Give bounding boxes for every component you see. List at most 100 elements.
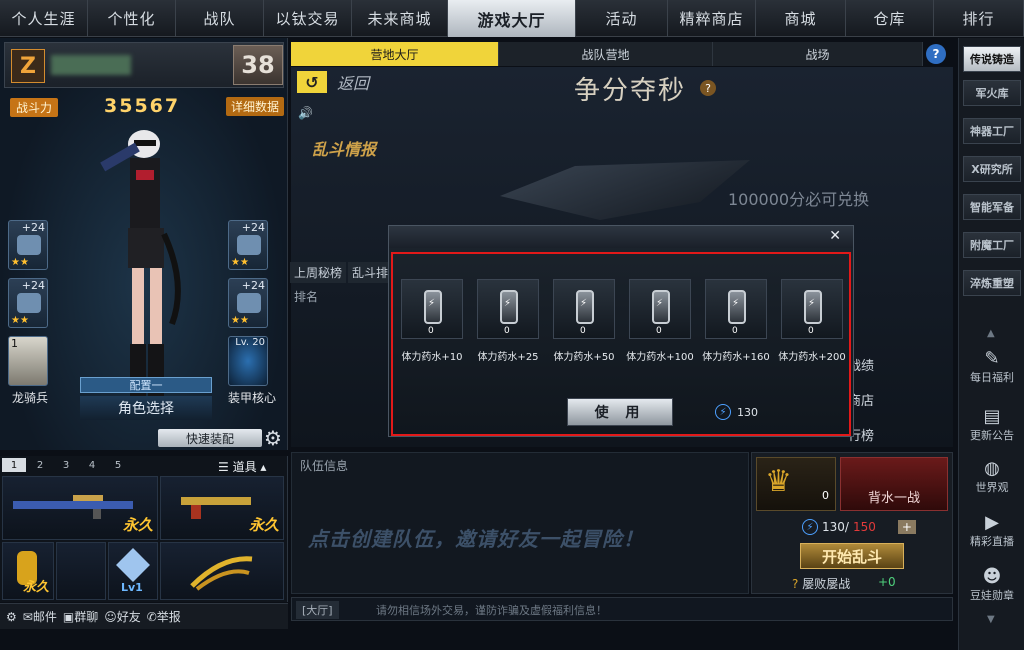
sidebar-announcement[interactable]: ▤ 更新公告 bbox=[965, 406, 1019, 456]
sidebar-worldview[interactable]: ◍ 世界观 bbox=[965, 458, 1019, 508]
weapon-tabs: 1 2 3 4 5 bbox=[2, 458, 130, 472]
chat-channel[interactable]: [大厅] bbox=[296, 601, 339, 619]
nav-tab-essence-shop[interactable]: 精粹商店 bbox=[668, 0, 756, 37]
weapon-slot-empty[interactable] bbox=[56, 542, 106, 600]
props-dropdown[interactable]: ☰ 道具 ▴ bbox=[218, 458, 266, 475]
weapon-slot-pistol[interactable]: 永久 bbox=[160, 476, 284, 540]
chevron-up-icon: ▴ bbox=[256, 460, 267, 474]
player-card[interactable]: Z 38 bbox=[4, 42, 284, 88]
potion-item-160[interactable]: 0 bbox=[705, 279, 767, 339]
phone-icon: ✆ bbox=[146, 610, 157, 624]
nav-tab-career[interactable]: 个人生涯 bbox=[0, 0, 88, 37]
right-sidebar: 传说铸造 军火库 神器工厂 X研究所 智能军备 附魔工厂 淬炼重塑 ▲ ✎ 每日福… bbox=[958, 38, 1024, 650]
scroll-up-icon[interactable]: ▲ bbox=[987, 328, 995, 339]
potion-icon bbox=[652, 290, 670, 324]
sidebar-artifact-factory[interactable]: 神器工厂 bbox=[963, 118, 1021, 144]
weapon-tab-4[interactable]: 4 bbox=[80, 458, 104, 472]
potion-item-50[interactable]: 0 bbox=[553, 279, 615, 339]
potion-label: 体力药水+25 bbox=[477, 352, 539, 363]
subtab-team-camp[interactable]: 战队营地 bbox=[499, 42, 713, 66]
sidebar-smart-armory[interactable]: 智能军备 bbox=[963, 194, 1021, 220]
bars-icon: ☰ bbox=[218, 460, 233, 474]
role-select-button[interactable]: 角色选择 bbox=[80, 396, 212, 420]
nav-tab-trade[interactable]: 以钛交易 bbox=[264, 0, 352, 37]
weapon-slot-claw[interactable] bbox=[160, 542, 284, 600]
weapon-slot-rifle[interactable]: 永久 bbox=[2, 476, 158, 540]
speaker-icon[interactable]: 🔊 bbox=[298, 106, 313, 120]
add-energy-button[interactable]: + bbox=[897, 520, 916, 534]
pet-slot[interactable]: 1 bbox=[8, 336, 48, 386]
mail-button[interactable]: ✉邮件 bbox=[23, 608, 57, 625]
sidebar-daily-bonus[interactable]: ✎ 每日福利 bbox=[965, 348, 1019, 398]
scroll-down-icon[interactable]: ▼ bbox=[987, 614, 995, 625]
rank-column-header: 排名 bbox=[294, 290, 319, 304]
armor-core-name: 装甲核心 bbox=[228, 391, 277, 405]
subtab-camp-hall[interactable]: 营地大厅 bbox=[291, 42, 499, 66]
ranking-tabs: 上周秘榜 乱斗排 bbox=[290, 262, 393, 283]
potion-icon bbox=[424, 290, 442, 324]
start-brawl-button[interactable]: 开始乱斗 bbox=[800, 543, 904, 569]
use-button[interactable]: 使 用 bbox=[567, 398, 673, 426]
team-panel: 队伍信息 点击创建队伍，邀请好友一起冒险！ bbox=[291, 452, 749, 594]
potion-item-10[interactable]: 0 bbox=[401, 279, 463, 339]
back-button[interactable]: ↺ 返回 bbox=[297, 70, 393, 94]
report-button[interactable]: ✆举报 bbox=[147, 608, 181, 625]
shame-label: ? 屡败屡战 bbox=[792, 577, 851, 591]
weapon-slot-melee[interactable]: 永久 bbox=[2, 542, 54, 600]
nav-tab-ranking[interactable]: 排行 bbox=[934, 0, 1024, 37]
energy-icon: ⚡ bbox=[715, 404, 731, 420]
back-water-button[interactable]: 背水一战 bbox=[840, 457, 948, 511]
nav-tab-activity[interactable]: 活动 bbox=[576, 0, 668, 37]
sidebar-medal[interactable]: ☻ 豆娃勋章 bbox=[965, 566, 1019, 616]
gear-icon[interactable]: ⚙ bbox=[264, 426, 282, 450]
weapon-tab-2[interactable]: 2 bbox=[28, 458, 52, 472]
nav-tab-personalize[interactable]: 个性化 bbox=[88, 0, 176, 37]
armor-core-slot[interactable]: Lv. 20 bbox=[228, 336, 268, 386]
mail-icon: ✉ bbox=[22, 610, 33, 624]
lion-icon: ♛ bbox=[765, 464, 792, 499]
quick-equip-button[interactable]: 快速装配 bbox=[158, 429, 262, 447]
nav-tab-mall[interactable]: 商城 bbox=[756, 0, 846, 37]
nav-tab-warehouse[interactable]: 仓库 bbox=[846, 0, 934, 37]
config-selector[interactable]: 配置一 bbox=[80, 377, 212, 393]
weapon-tab-5[interactable]: 5 bbox=[106, 458, 130, 472]
nav-tab-game-hall[interactable]: 游戏大厅 bbox=[448, 0, 576, 37]
nav-tab-future-mall[interactable]: 未来商城 bbox=[352, 0, 448, 37]
equip-slot-goggles[interactable]: +24 ★★ bbox=[228, 220, 268, 270]
potion-icon bbox=[576, 290, 594, 324]
tab-brawl-rank[interactable]: 乱斗排 bbox=[348, 262, 393, 283]
chat-icon: ▣ bbox=[62, 610, 75, 624]
nav-tab-team[interactable]: 战队 bbox=[176, 0, 264, 37]
settings-icon[interactable]: ⚙ bbox=[6, 610, 17, 624]
sidebar-refine[interactable]: 淬炼重塑 bbox=[963, 270, 1021, 296]
potion-item-100[interactable]: 0 bbox=[629, 279, 691, 339]
group-chat-button[interactable]: ▣群聊 bbox=[63, 608, 98, 625]
globe-icon: ◍ bbox=[984, 458, 1000, 479]
info-icon[interactable]: ? bbox=[700, 80, 716, 96]
sidebar-x-institute[interactable]: X研究所 bbox=[963, 156, 1021, 182]
friends-button[interactable]: ☺好友 bbox=[104, 608, 141, 625]
subtab-battlefield[interactable]: 战场 bbox=[713, 42, 923, 66]
weapon-tab-1[interactable]: 1 bbox=[2, 458, 26, 472]
close-icon[interactable]: ✕ bbox=[829, 228, 841, 244]
create-team-prompt[interactable]: 点击创建队伍，邀请好友一起冒险！ bbox=[308, 523, 644, 552]
weapon-slot-grenade[interactable]: Lv1 bbox=[108, 542, 158, 600]
tab-last-week-rank[interactable]: 上周秘榜 bbox=[290, 262, 347, 283]
detail-data-button[interactable]: 详细数据 bbox=[226, 97, 284, 116]
potion-item-25[interactable]: 0 bbox=[477, 279, 539, 339]
sidebar-enchant-factory[interactable]: 附魔工厂 bbox=[963, 232, 1021, 258]
friends-icon: ☺ bbox=[104, 610, 117, 624]
sidebar-legend-forge[interactable]: 传说铸造 bbox=[963, 46, 1021, 72]
news-badge[interactable]: 乱斗情报 bbox=[312, 112, 412, 160]
equip-slot-armor[interactable]: +24 ★★ bbox=[228, 278, 268, 328]
potion-item-200[interactable]: 0 bbox=[781, 279, 843, 339]
question-icon: ? bbox=[792, 577, 803, 591]
lion-badge[interactable]: ♛ 0 bbox=[756, 457, 836, 511]
armor-icon bbox=[237, 293, 261, 313]
help-icon[interactable]: ? bbox=[926, 44, 946, 64]
sidebar-live[interactable]: ▶ 精彩直播 bbox=[965, 512, 1019, 562]
equip-slot-gloves[interactable]: +24 ★★ bbox=[8, 278, 48, 328]
sidebar-arsenal[interactable]: 军火库 bbox=[963, 80, 1021, 106]
equip-slot-helmet[interactable]: +24 ★★ bbox=[8, 220, 48, 270]
weapon-tab-3[interactable]: 3 bbox=[54, 458, 78, 472]
